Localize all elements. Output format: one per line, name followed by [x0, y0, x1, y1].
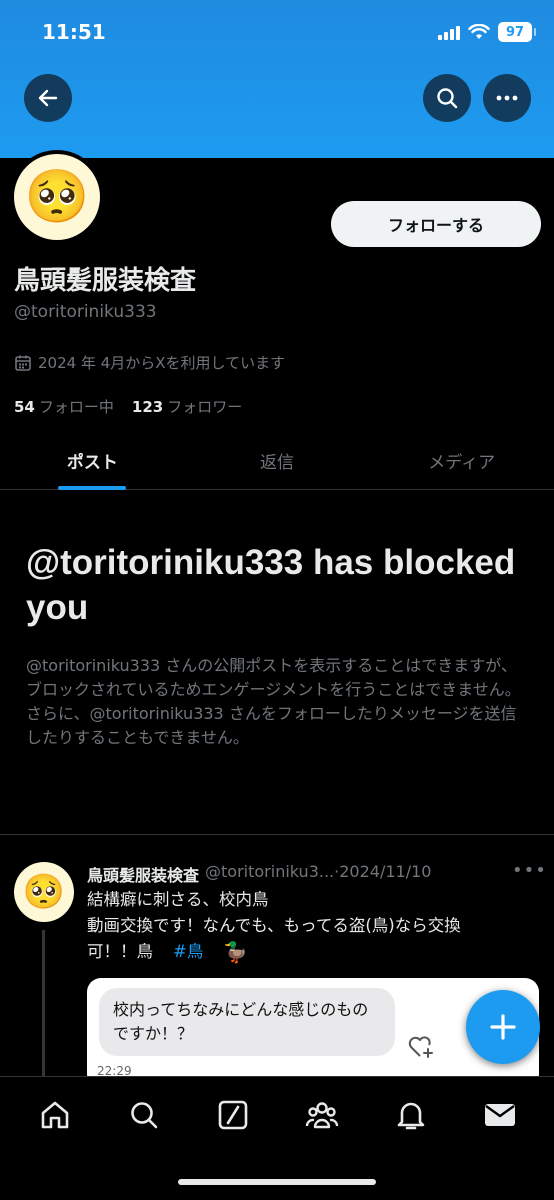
- explore-icon: [130, 1102, 157, 1129]
- home-indicator: [178, 1179, 376, 1185]
- back-arrow-icon: [38, 89, 58, 107]
- cellular-signal-icon: [438, 24, 460, 40]
- avatar-emoji: 🥺: [24, 167, 90, 227]
- tab-replies[interactable]: 返信: [185, 432, 370, 489]
- following-label: フォロー中: [38, 398, 114, 416]
- divider: [0, 834, 554, 835]
- post-more-icon[interactable]: •••: [512, 860, 547, 881]
- blocked-description: @toritoriniku333 さんの公開ポストを表示することはできますが、ブ…: [26, 656, 521, 747]
- joined-text: 2024 年 4月からXを利用しています: [38, 354, 286, 372]
- blocked-title: @toritoriniku333 has blocked you: [26, 543, 516, 627]
- notifications-icon: [397, 1102, 424, 1130]
- post-author-name[interactable]: 鳥頭髪服装検査: [87, 862, 199, 886]
- status-icons: 97: [438, 22, 536, 42]
- post-avatar[interactable]: 🥺: [14, 862, 74, 922]
- profile-tabs: ポスト 返信 メディア: [0, 432, 554, 490]
- post-text-fragment: 可！！鳥: [87, 942, 153, 961]
- post-date[interactable]: 2024/11/10: [339, 862, 431, 886]
- nav-communities[interactable]: [292, 1085, 352, 1145]
- profile-joined-date: 2024 年 4月からXを利用しています: [14, 352, 285, 373]
- react-heart-icon: [408, 1036, 433, 1058]
- profile-handle: @toritoriniku333: [14, 302, 157, 322]
- duck-emoji: 🦆: [223, 940, 249, 964]
- battery-indicator: 97: [498, 22, 536, 42]
- back-button[interactable]: [24, 74, 72, 122]
- post-avatar-emoji: 🥺: [22, 872, 66, 912]
- post-author-handle: @toritoriniku3...: [205, 862, 335, 881]
- hashtag-link[interactable]: #鳥: [173, 939, 203, 965]
- nav-messages[interactable]: [470, 1085, 530, 1145]
- tab-media[interactable]: メディア: [369, 432, 554, 489]
- nav-explore[interactable]: [114, 1085, 174, 1145]
- nav-grok[interactable]: [203, 1085, 263, 1145]
- post-text-line: 動画交換です！なんでも、もってる盗(鳥)なら交換: [87, 916, 461, 935]
- tab-posts[interactable]: ポスト: [0, 432, 185, 489]
- chat-bubble: 校内ってちなみにどんな感じのものですか！？: [99, 988, 395, 1056]
- following-count: 54: [14, 398, 35, 416]
- post-text-line: 結構癖に刺さる、校内鳥: [87, 890, 269, 909]
- communities-icon: [305, 1102, 338, 1129]
- calendar-icon: [15, 355, 31, 371]
- compose-button[interactable]: [466, 990, 540, 1064]
- followers-link[interactable]: 123 フォロワー: [132, 396, 242, 417]
- followers-label: フォロワー: [167, 398, 243, 416]
- profile-stats: 54 フォロー中 123 フォロワー: [14, 396, 242, 417]
- wifi-icon: [468, 24, 490, 39]
- home-icon: [41, 1101, 68, 1129]
- compose-plus-icon: [490, 1014, 516, 1040]
- search-button[interactable]: [423, 74, 471, 122]
- profile-avatar[interactable]: 🥺: [10, 150, 104, 244]
- more-icon: [496, 95, 518, 101]
- nav-home[interactable]: [25, 1085, 85, 1145]
- follow-button[interactable]: フォローする: [331, 201, 541, 247]
- grok-icon: [218, 1100, 247, 1130]
- search-icon: [437, 88, 458, 109]
- post-header: 鳥頭髪服装検査 @toritoriniku3... · 2024/11/10: [87, 862, 497, 886]
- post-text-line: 可！！鳥 #鳥 🦆: [87, 939, 527, 965]
- nav-notifications[interactable]: [381, 1085, 441, 1145]
- status-time: 11:51: [42, 20, 106, 44]
- profile-display-name: 鳥頭髪服装検査: [14, 266, 197, 296]
- messages-icon: [484, 1104, 515, 1126]
- following-link[interactable]: 54 フォロー中: [14, 396, 114, 417]
- followers-count: 123: [131, 398, 164, 416]
- thread-line: [42, 930, 45, 1080]
- post-text: 結構癖に刺さる、校内鳥 動画交換です！なんでも、もってる盗(鳥)なら交換 可！！…: [87, 887, 527, 965]
- more-options-button[interactable]: [483, 74, 531, 122]
